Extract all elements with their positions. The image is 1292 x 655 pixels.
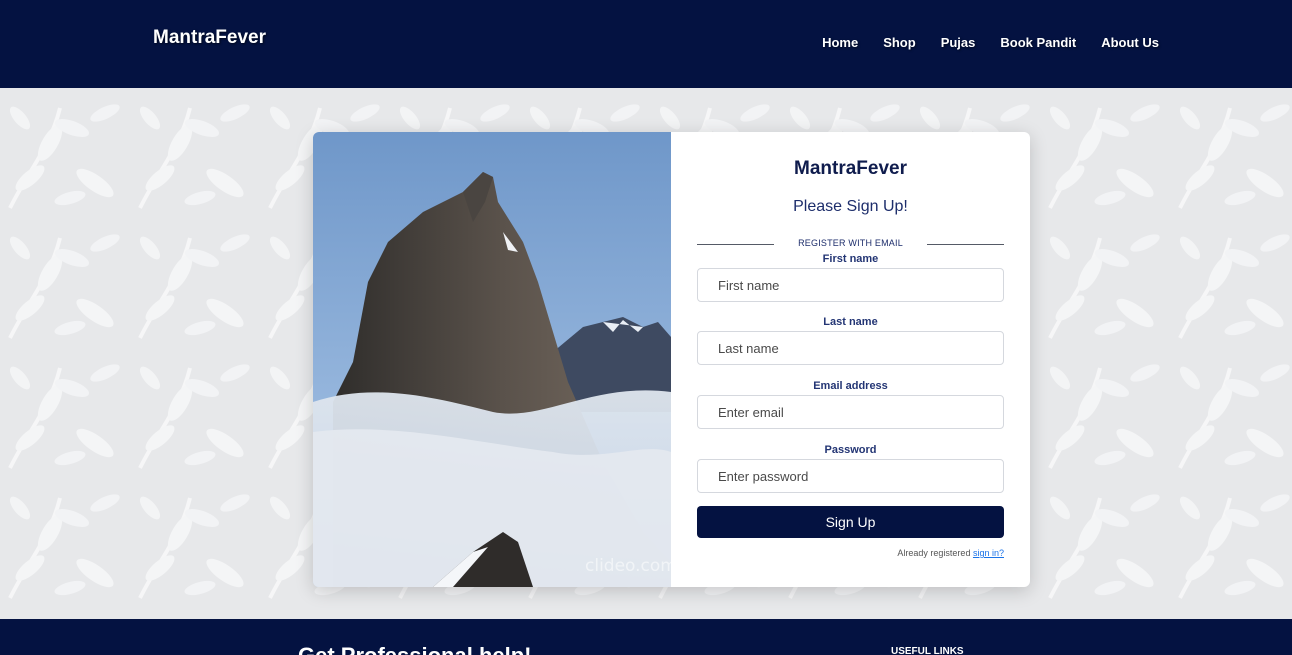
form-title: MantraFever — [794, 158, 907, 179]
nav-link-book-pandit[interactable]: Book Pandit — [1000, 35, 1076, 50]
divider-line-right — [927, 244, 1004, 245]
nav-links: Home Shop Pujas Book Pandit About Us — [822, 35, 1159, 50]
email-label: Email address — [813, 380, 888, 392]
first-name-input[interactable] — [697, 268, 1004, 302]
first-name-label: First name — [822, 253, 879, 265]
signin-prompt-row: Already registered sign in? — [897, 548, 1004, 558]
signin-prompt-text: Already registered — [897, 548, 971, 558]
sign-up-button[interactable]: Sign Up — [697, 506, 1004, 538]
top-navbar: MantraFever Home Shop Pujas Book Pandit … — [0, 0, 1292, 88]
image-watermark: clideo.com — [585, 556, 671, 576]
sign-in-link[interactable]: sign in? — [973, 548, 1004, 558]
password-label: Password — [824, 444, 877, 456]
register-divider: REGISTER WITH EMAIL — [697, 238, 1004, 250]
footer-useful-links-title: USEFUL LINKS — [891, 646, 964, 655]
divider-text: REGISTER WITH EMAIL — [798, 238, 903, 248]
nav-link-home[interactable]: Home — [822, 35, 858, 50]
last-name-input[interactable] — [697, 331, 1004, 365]
signup-form: MantraFever Please Sign Up! REGISTER WIT… — [671, 132, 1030, 587]
last-name-label: Last name — [823, 316, 878, 328]
form-subtitle: Please Sign Up! — [793, 198, 908, 215]
email-input[interactable] — [697, 395, 1004, 429]
signup-card: clideo.com MantraFever Please Sign Up! R… — [313, 132, 1030, 587]
nav-link-pujas[interactable]: Pujas — [941, 35, 976, 50]
footer-heading: Get Professional help! — [298, 643, 532, 655]
brand-logo[interactable]: MantraFever — [153, 27, 266, 49]
mountain-image: clideo.com — [313, 132, 671, 587]
password-input[interactable] — [697, 459, 1004, 493]
nav-link-about-us[interactable]: About Us — [1101, 35, 1159, 50]
nav-link-shop[interactable]: Shop — [883, 35, 916, 50]
footer: Get Professional help! USEFUL LINKS — [0, 619, 1292, 655]
